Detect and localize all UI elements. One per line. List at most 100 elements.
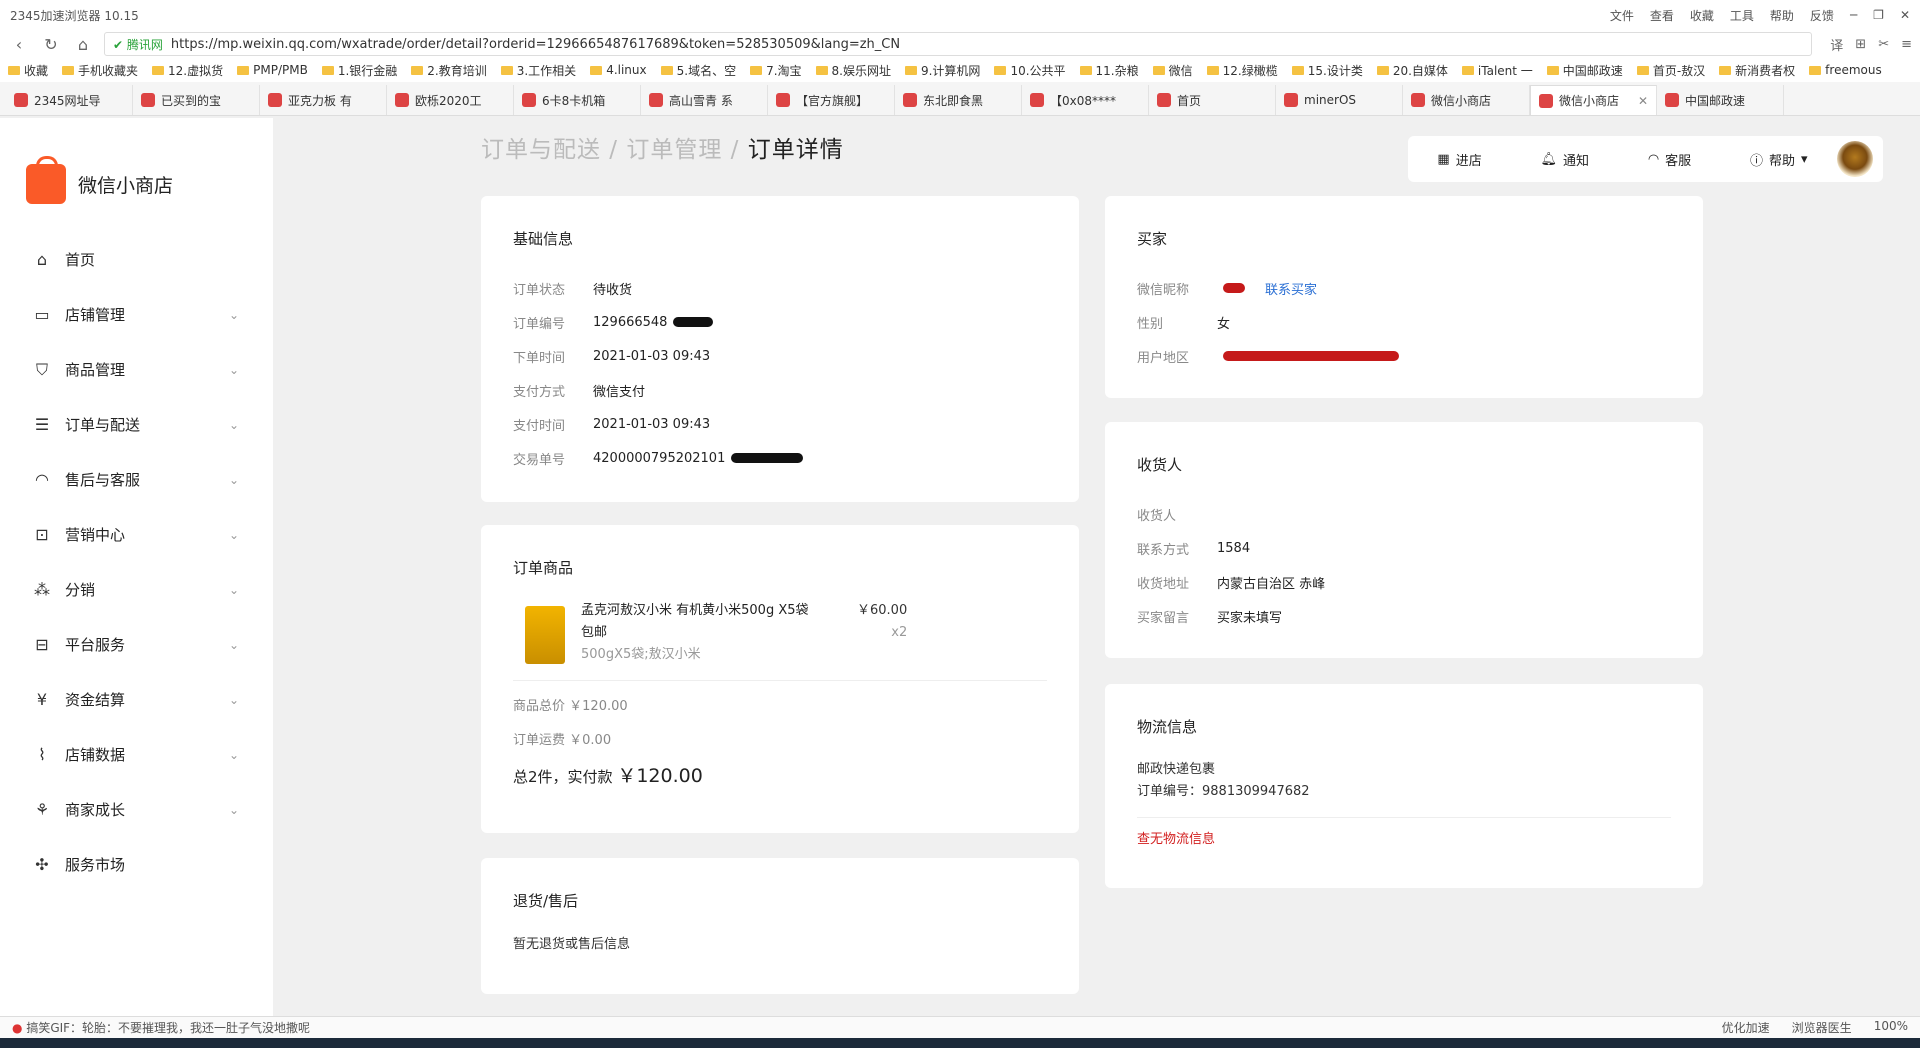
sidebar-item[interactable]: ⊡ 营销中心 ⌄ [0, 507, 273, 562]
enter-shop-button[interactable]: ▦ 进店 [1437, 150, 1481, 169]
browser-tab[interactable]: 微信小商店 ✕ [1530, 85, 1657, 115]
sidebar-item[interactable]: ⊟ 平台服务 ⌄ [0, 617, 273, 672]
menu-help[interactable]: 帮助 [1770, 7, 1794, 24]
browser-tab[interactable]: 欧栎2020工 [387, 85, 514, 115]
browser-tab[interactable]: 6卡8卡机箱 [514, 85, 641, 115]
service-button[interactable]: ◠ 客服 [1648, 150, 1691, 169]
menu-tools[interactable]: 工具 [1730, 7, 1754, 24]
scissors-icon[interactable]: ✂ [1878, 37, 1889, 52]
bookmark-item[interactable]: 3.工作相关 [500, 62, 576, 79]
sidebar-item[interactable]: ☰ 订单与配送 ⌄ [0, 397, 273, 452]
chevron-down-icon[interactable]: ⌄ [229, 693, 239, 707]
sidebar-item[interactable]: ⌂ 首页 [0, 232, 273, 287]
sidebar-item[interactable]: ¥ 资金结算 ⌄ [0, 672, 273, 727]
bookmark-item[interactable]: 15.设计类 [1291, 62, 1363, 79]
bookmark-item[interactable]: 微信 [1152, 62, 1193, 79]
back-icon[interactable]: ‹ [8, 35, 30, 54]
logistics-carrier: 邮政快递包裹 [1137, 762, 1216, 777]
menu-view[interactable]: 查看 [1650, 7, 1674, 24]
apps-icon[interactable]: ⊞ [1855, 37, 1866, 52]
status-speedup[interactable]: 优化加速 [1722, 1019, 1770, 1036]
sidebar-item[interactable]: ⛉ 商品管理 ⌄ [0, 342, 273, 397]
browser-tab[interactable]: 已买到的宝 [133, 85, 260, 115]
chevron-down-icon[interactable]: ⌄ [229, 803, 239, 817]
bookmark-item[interactable]: 首页-敖汉 [1636, 62, 1705, 79]
browser-tab[interactable]: 微信小商店 [1403, 85, 1530, 115]
sidebar-item[interactable]: ✣ 服务市场 [0, 837, 273, 892]
browser-tab[interactable]: minerOS [1276, 85, 1403, 115]
bookmark-item[interactable]: 12.虚拟货 [152, 62, 223, 79]
bookmark-item[interactable]: 收藏 [8, 62, 48, 79]
translate-icon[interactable]: 译 [1830, 35, 1843, 54]
crumb-order-mgmt[interactable]: 订单管理 [626, 137, 722, 163]
sidebar-item[interactable]: ⚘ 商家成长 ⌄ [0, 782, 273, 837]
restore-icon[interactable]: ❐ [1873, 8, 1884, 22]
browser-tab[interactable]: 首页 [1149, 85, 1276, 115]
address-field[interactable]: ✔ 腾讯网 https://mp.weixin.qq.com/wxatrade/… [104, 32, 1813, 56]
home-nav-icon[interactable]: ⌂ [72, 35, 94, 54]
chevron-down-icon[interactable]: ⌄ [229, 308, 239, 322]
sidebar-item[interactable]: ◠ 售后与客服 ⌄ [0, 452, 273, 507]
browser-tab[interactable]: 【0x08**** [1022, 85, 1149, 115]
close-tab-icon[interactable]: ✕ [1638, 94, 1648, 108]
bookmark-item[interactable]: 11.杂粮 [1079, 62, 1139, 79]
chevron-down-icon[interactable]: ⌄ [229, 418, 239, 432]
logistics-query-link[interactable]: 查无物流信息 [1137, 828, 1671, 847]
browser-tab[interactable]: 东北即食黑 [895, 85, 1022, 115]
menu-icon[interactable]: ≡ [1901, 37, 1912, 52]
notify-button[interactable]: 🔔︎ 通知 [1541, 150, 1590, 169]
bookmark-item[interactable]: 7.淘宝 [750, 62, 802, 79]
info-value: 微信支付 [593, 384, 646, 400]
bookmark-item[interactable]: 8.娱乐网址 [815, 62, 891, 79]
bookmark-item[interactable]: iTalent 一 [1461, 62, 1533, 79]
total-row: 总2件，实付款 ￥120.00 [513, 765, 703, 787]
bookmark-item[interactable]: PMP/PMB [237, 63, 308, 77]
bookmark-item[interactable]: freemous [1809, 63, 1882, 77]
refresh-icon[interactable]: ↻ [40, 35, 62, 54]
browser-tab[interactable]: 高山雪青 系 [641, 85, 768, 115]
bookmark-item[interactable]: 10.公共平 [994, 62, 1066, 79]
chevron-down-icon[interactable]: ⌄ [229, 748, 239, 762]
avatar[interactable] [1837, 141, 1873, 177]
bookmark-item[interactable]: 新消费者权 [1719, 62, 1795, 79]
sidebar-item[interactable]: ⁂ 分销 ⌄ [0, 562, 273, 617]
browser-tab[interactable]: 【官方旗舰】 [768, 85, 895, 115]
help-button[interactable]: ⓘ 帮助 ▾ [1750, 150, 1808, 169]
bookmark-item[interactable]: 4.linux [590, 63, 647, 77]
status-zoom[interactable]: 100% [1874, 1019, 1908, 1036]
status-news[interactable]: ● 搞笑GIF：轮胎：不要摧理我，我还一肚子气没地撒呢 [12, 1019, 310, 1036]
close-window-icon[interactable]: ✕ [1900, 8, 1910, 22]
minimize-icon[interactable]: ─ [1850, 8, 1857, 22]
chevron-down-icon[interactable]: ⌄ [229, 363, 239, 377]
chevron-down-icon[interactable]: ⌄ [229, 638, 239, 652]
bookmark-item[interactable]: 手机收藏夹 [62, 62, 138, 79]
chevron-down-icon[interactable]: ⌄ [229, 583, 239, 597]
crumb-orders[interactable]: 订单与配送 [481, 137, 601, 163]
bookmark-item[interactable]: 5.域名、空 [660, 62, 736, 79]
bookmark-item[interactable]: 20.自媒体 [1376, 62, 1448, 79]
app-logo[interactable]: 微信小商店 [0, 118, 273, 206]
contact-buyer-link[interactable]: 联系买家 [1265, 279, 1317, 298]
product-name[interactable]: 孟克河敖汉小米 有机黄小米500g X5袋 包邮 [581, 600, 821, 644]
status-doctor[interactable]: 浏览器医生 [1792, 1019, 1852, 1036]
chevron-down-icon[interactable]: ⌄ [229, 473, 239, 487]
browser-tab[interactable]: 中国邮政速 [1657, 85, 1784, 115]
browser-tab[interactable]: 亚克力板 有 [260, 85, 387, 115]
chevron-down-icon[interactable]: ⌄ [229, 528, 239, 542]
menu-favorites[interactable]: 收藏 [1690, 7, 1714, 24]
browser-tab[interactable]: 2345网址导 [6, 85, 133, 115]
menu-file[interactable]: 文件 [1610, 7, 1634, 24]
product-image[interactable] [525, 606, 565, 664]
sprout-icon: ⚘ [34, 800, 50, 819]
bookmark-item[interactable]: 12.绿橄榄 [1206, 62, 1278, 79]
folder-icon [237, 65, 250, 75]
folder-icon [8, 65, 20, 75]
bookmark-item[interactable]: 1.银行金融 [321, 62, 397, 79]
bookmark-item[interactable]: 中国邮政速 [1546, 62, 1623, 79]
menu-feedback[interactable]: 反馈 [1810, 7, 1834, 24]
sidebar-item[interactable]: ▭ 店铺管理 ⌄ [0, 287, 273, 342]
sidebar-item[interactable]: ⌇ 店铺数据 ⌄ [0, 727, 273, 782]
bookmark-item[interactable]: 2.教育培训 [411, 62, 487, 79]
bookmark-item[interactable]: 9.计算机网 [904, 62, 980, 79]
address-url[interactable]: https://mp.weixin.qq.com/wxatrade/order/… [171, 37, 900, 52]
